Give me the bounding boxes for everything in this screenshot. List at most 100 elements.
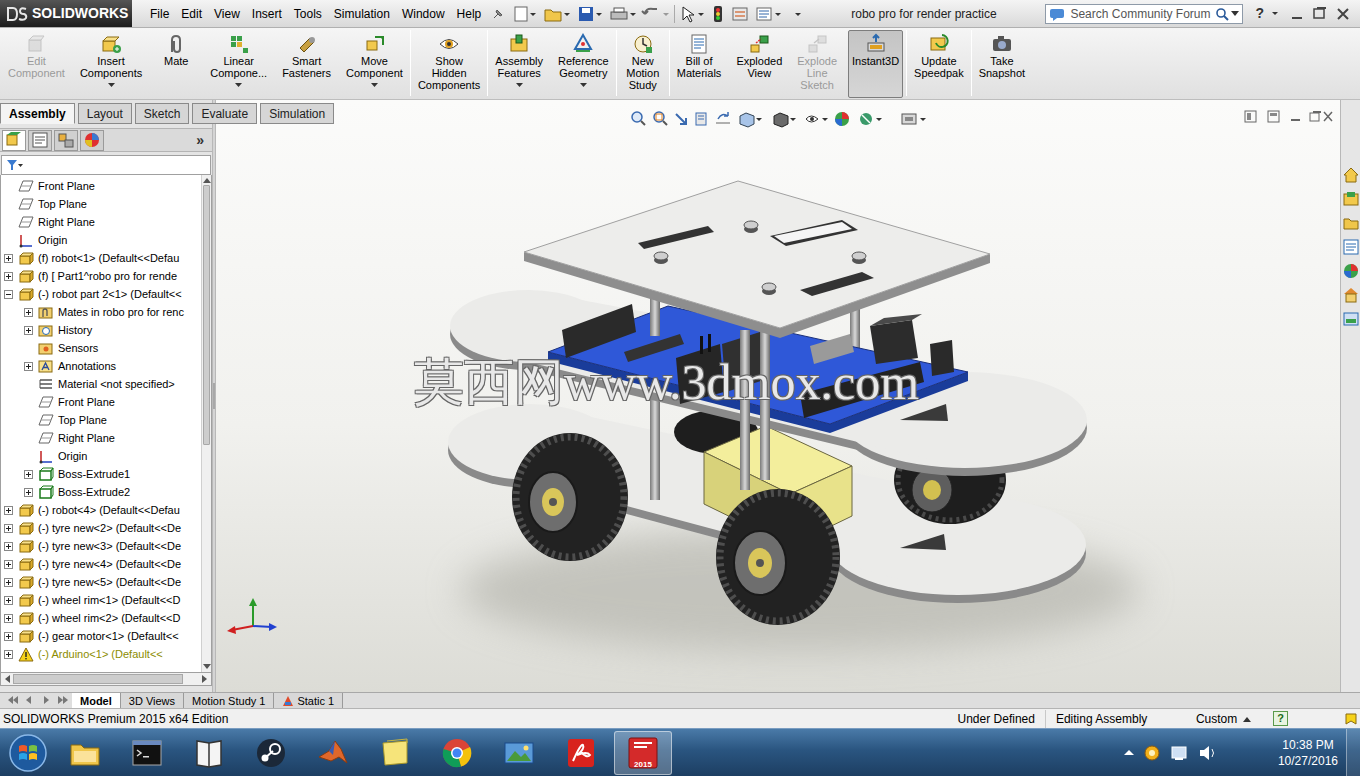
system-tray[interactable] — [1120, 743, 1270, 763]
command-tab[interactable]: Layout — [78, 103, 132, 124]
tree-item[interactable]: Right Plane — [1, 213, 201, 231]
taskbar-item[interactable] — [56, 731, 114, 775]
command-button[interactable]: ReferenceGeometry — [554, 30, 613, 98]
taskbar-item[interactable] — [242, 731, 300, 775]
dropdown-icon[interactable] — [1231, 11, 1239, 17]
window-controls[interactable] — [1270, 6, 1356, 22]
expander-icon[interactable] — [4, 524, 13, 533]
command-icon[interactable] — [100, 33, 122, 55]
expander-icon[interactable] — [4, 254, 13, 263]
dropdown-area[interactable] — [369, 80, 379, 87]
scroll-down-icon[interactable] — [202, 662, 212, 672]
rebuild-icon[interactable] — [1344, 712, 1358, 726]
view-toolbar[interactable] — [630, 110, 950, 128]
expander-slot[interactable] — [4, 522, 18, 534]
tree-label[interactable]: (-) tyre new<4> (Default<<De — [38, 556, 181, 573]
dropdown-area[interactable] — [514, 80, 524, 87]
document-window-controls[interactable] — [1244, 110, 1334, 124]
command-icon[interactable] — [991, 33, 1013, 55]
tree-label[interactable]: Right Plane — [38, 214, 95, 231]
units-selector[interactable]: Custom — [1186, 710, 1261, 728]
tab-navigation-icon[interactable] — [0, 693, 72, 707]
task-pane-icon[interactable] — [1342, 214, 1360, 232]
expander-icon[interactable] — [24, 362, 33, 371]
task-pane-icon[interactable] — [1342, 310, 1360, 328]
help-button[interactable]: ? — [1249, 3, 1270, 24]
graphics-area[interactable]: 莫西网www.3dmox.com — [216, 100, 1340, 692]
cmd-icon[interactable] — [129, 735, 165, 771]
expander-slot[interactable] — [4, 558, 18, 570]
tree-item[interactable]: (-) tyre new<5> (Default<<De — [1, 573, 201, 591]
command-icon[interactable] — [572, 33, 594, 55]
expander-icon[interactable] — [24, 326, 33, 335]
command-button[interactable]: ExplodedView — [732, 30, 786, 98]
dropdown-arrow-icon[interactable] — [371, 83, 378, 87]
expander-slot[interactable] — [4, 504, 18, 516]
command-button[interactable]: NewMotionStudy — [620, 30, 666, 98]
expander-slot[interactable] — [24, 468, 38, 480]
expander-icon[interactable] — [4, 506, 13, 515]
scroll-left-icon[interactable] — [1, 673, 13, 685]
command-button[interactable]: AssemblyFeatures — [491, 30, 547, 98]
menu-item[interactable]: Edit — [175, 5, 208, 23]
command-icon[interactable] — [508, 33, 530, 55]
menu-item[interactable]: Insert — [246, 5, 288, 23]
taskbar-item[interactable] — [304, 731, 362, 775]
acrobat-icon[interactable] — [563, 735, 599, 771]
command-button[interactable]: SmartFasteners — [278, 30, 335, 98]
expander-slot[interactable] — [24, 486, 38, 498]
tree-label[interactable]: Material <not specified> — [58, 376, 175, 393]
tree-item[interactable]: Origin — [1, 447, 201, 465]
task-pane-icon[interactable] — [1342, 262, 1360, 280]
taskbar-item[interactable] — [490, 731, 548, 775]
tree-item[interactable]: (-) robot<4> (Default<<Defau — [1, 501, 201, 519]
tree-label[interactable]: Boss-Extrude1 — [58, 466, 130, 483]
expander-slot[interactable] — [4, 576, 18, 588]
tree-item[interactable]: Mates in robo pro for renc — [1, 303, 201, 321]
tree-item[interactable]: (-) gear motor<1> (Default<< — [1, 627, 201, 645]
tree-label[interactable]: History — [58, 322, 92, 339]
tree-item[interactable]: Top Plane — [1, 195, 201, 213]
command-icon[interactable] — [165, 33, 187, 55]
book-icon[interactable] — [191, 735, 227, 771]
tree-item[interactable]: Annotations — [1, 357, 201, 375]
expander-icon[interactable] — [24, 470, 33, 479]
units-label[interactable]: Custom — [1196, 710, 1237, 728]
command-button[interactable]: Instant3D — [848, 30, 903, 98]
expander-slot[interactable] — [24, 324, 38, 336]
command-tab[interactable]: Assembly — [0, 103, 75, 124]
task-pane-icon[interactable] — [1342, 286, 1360, 304]
expander-slot[interactable] — [4, 648, 18, 660]
photos-icon[interactable] — [501, 735, 537, 771]
taskbar-item[interactable] — [118, 731, 176, 775]
tree-item[interactable]: Material <not specified> — [1, 375, 201, 393]
expander-icon[interactable] — [4, 272, 13, 281]
status-help-button[interactable]: ? — [1273, 711, 1288, 726]
tree-item[interactable]: Boss-Extrude2 — [1, 483, 201, 501]
expander-icon[interactable] — [4, 614, 13, 623]
command-icon[interactable] — [632, 33, 654, 55]
tree-label[interactable]: (-) wheel rim<2> (Default<<D — [38, 610, 180, 627]
clock[interactable]: 10:38 PM10/27/2016 — [1270, 737, 1346, 769]
chrome-icon[interactable] — [439, 735, 475, 771]
tree-label[interactable]: Front Plane — [38, 178, 95, 195]
search-input[interactable] — [1067, 5, 1215, 23]
tree-label[interactable]: Right Plane — [58, 430, 115, 447]
expander-slot[interactable] — [4, 252, 18, 264]
sticky-icon[interactable] — [377, 735, 413, 771]
command-button[interactable]: MoveComponent — [342, 30, 407, 98]
tree-label[interactable]: (-) robot part 2<1> (Default<< — [38, 286, 182, 303]
tree-item[interactable]: Origin — [1, 231, 201, 249]
tree-item[interactable]: Front Plane — [1, 393, 201, 411]
command-tab[interactable]: Sketch — [135, 103, 190, 124]
steam-icon[interactable] — [253, 735, 289, 771]
taskbar-item[interactable]: 2015 — [614, 731, 672, 775]
pin-icon[interactable] — [491, 7, 505, 21]
command-button[interactable]: LinearCompone... — [206, 30, 271, 98]
search-box[interactable] — [1045, 4, 1243, 24]
scroll-thumb[interactable] — [13, 674, 183, 684]
command-button[interactable]: InsertComponents — [76, 30, 146, 98]
tree-label[interactable]: (-) gear motor<1> (Default<< — [38, 628, 179, 645]
command-button[interactable]: TakeSnapshot — [975, 30, 1029, 98]
command-button[interactable]: UpdateSpeedpak — [910, 30, 968, 98]
